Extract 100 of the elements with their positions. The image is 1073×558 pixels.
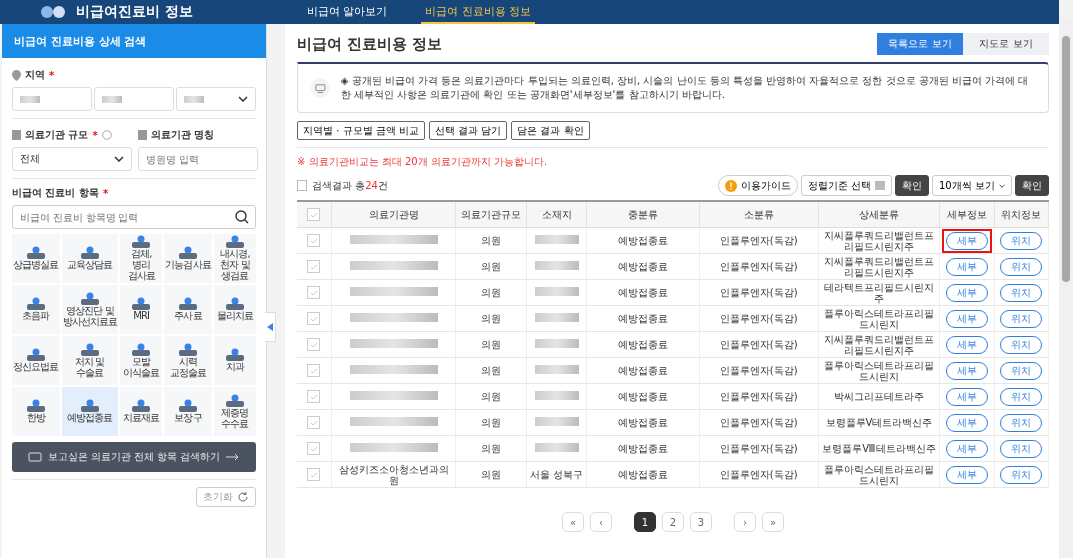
category-tile[interactable]: 기능검사료 (164, 234, 212, 283)
action-button[interactable]: 담은 결과 확인 (511, 121, 590, 140)
category-tile[interactable]: 검체, 병리 검사료 (120, 234, 163, 283)
location-button[interactable]: 위치 (1000, 231, 1043, 250)
detail-button[interactable]: 세부 (946, 387, 989, 406)
detail-button[interactable]: 세부 (946, 335, 989, 354)
confirm-button[interactable]: 확인 (895, 175, 929, 196)
location-button[interactable]: 위치 (1000, 283, 1043, 302)
category-tile[interactable]: 제증명 수수료 (213, 387, 256, 436)
page-button[interactable]: 3 (690, 512, 712, 532)
location-button[interactable]: 위치 (1000, 465, 1043, 484)
first-page-button[interactable]: « (562, 512, 584, 532)
action-button[interactable]: 선택 결과 담기 (428, 121, 508, 140)
row-checkbox[interactable] (307, 338, 321, 351)
confirm-button[interactable]: 확인 (1015, 175, 1049, 196)
redacted-text (534, 313, 579, 322)
row-checkbox[interactable] (307, 468, 321, 481)
row-checkbox[interactable] (307, 234, 321, 247)
category-tile[interactable]: 시력 교정술료 (164, 336, 212, 385)
detail-button[interactable]: 세부 (946, 465, 989, 484)
page-size-select[interactable]: 10개씩 보기 (932, 175, 1012, 196)
table-cell: 플루아릭스테트라프리필드시린지 (818, 357, 940, 384)
category-tile[interactable]: 한방 (12, 387, 60, 436)
guide-button[interactable]: 이용가이드 (717, 175, 798, 196)
region-select[interactable] (12, 87, 92, 111)
detail-button[interactable]: 세부 (946, 257, 989, 276)
category-tile[interactable]: 보장구 (164, 387, 212, 436)
table-cell: 의원 (455, 305, 527, 332)
sort-select[interactable]: 정렬기준 선택 (800, 175, 892, 196)
table-cell: 삼성키즈소아청소년과의원 (338, 463, 449, 486)
category-tile[interactable]: 영상진단 및 방사선치료료 (61, 285, 119, 334)
column-header: 소분류 (699, 201, 819, 228)
row-checkbox[interactable] (307, 390, 321, 403)
category-tile[interactable]: 치과 (213, 336, 256, 385)
detail-button[interactable]: 세부 (946, 413, 989, 432)
region-select[interactable] (176, 87, 256, 111)
category-tile[interactable]: 초음파 (12, 285, 60, 334)
table-cell: 의원 (455, 357, 527, 384)
warning-text: ※ 의료기관비교는 최대 20개 의료기관까지 가능합니다. (297, 155, 549, 169)
redacted-text (534, 261, 579, 270)
check-icon (309, 445, 318, 452)
region-select[interactable] (94, 87, 174, 111)
location-button[interactable]: 위치 (1000, 257, 1043, 276)
item-search-field[interactable]: 비급여 진료비 항목명 입력 (12, 205, 256, 229)
location-button[interactable]: 위치 (1000, 439, 1043, 458)
hospital-name-field[interactable]: 병원명 입력 (138, 147, 258, 171)
row-checkbox[interactable] (307, 286, 321, 299)
detail-button[interactable]: 세부 (946, 361, 989, 380)
pictogram-icon (223, 235, 246, 250)
collapse-handle[interactable] (265, 312, 276, 342)
page-button[interactable]: 2 (662, 512, 684, 532)
view-tab[interactable]: 지도로 보기 (963, 33, 1049, 55)
action-button[interactable]: 지역별 · 규모별 금액 비교 (297, 121, 425, 140)
category-tile[interactable]: 모발 이식술료 (120, 336, 163, 385)
row-checkbox[interactable] (307, 312, 321, 325)
pin-icon (12, 69, 21, 81)
table-cell: 서울 성북구 (529, 469, 584, 480)
check-icon (309, 263, 318, 270)
location-button[interactable]: 위치 (1000, 335, 1043, 354)
search-icon[interactable] (235, 210, 249, 224)
detail-button[interactable]: 세부 (946, 309, 989, 328)
table-cell: 인플루엔자(독감) (699, 305, 819, 332)
category-tile[interactable]: 정신요법료 (12, 336, 60, 385)
row-checkbox[interactable] (307, 364, 321, 377)
next-page-button[interactable]: › (734, 512, 756, 532)
location-button[interactable]: 위치 (1000, 361, 1043, 380)
detail-button[interactable]: 세부 (946, 283, 989, 302)
refresh-icon (237, 491, 249, 503)
page-button[interactable]: 1 (634, 512, 656, 532)
view-tab[interactable]: 목록으로 보기 (877, 33, 963, 55)
category-tile[interactable]: 교육상담료 (61, 234, 119, 283)
row-checkbox[interactable] (307, 260, 321, 273)
table-cell: 인플루엔자(독감) (699, 435, 819, 462)
pictogram-icon (130, 235, 153, 250)
category-tile[interactable]: 내시경, 천자 및 생검료 (213, 234, 256, 283)
location-button[interactable]: 위치 (1000, 387, 1043, 406)
detail-button[interactable]: 세부 (946, 231, 989, 250)
category-tile[interactable]: MRI (120, 285, 163, 334)
table-cell: 인플루엔자(독감) (699, 383, 819, 410)
nav-tab[interactable]: 비급여 알아보기 (302, 0, 392, 24)
category-tile[interactable]: 치료재료 (120, 387, 163, 436)
last-page-button[interactable]: » (762, 512, 784, 532)
select-all-checkbox[interactable] (307, 208, 321, 221)
help-icon[interactable] (101, 130, 112, 140)
previous-page-button[interactable]: ‹ (590, 512, 612, 532)
search-all-button[interactable]: 보고싶은 의료기관 전체 항목 검색하기 (12, 442, 256, 472)
row-checkbox[interactable] (307, 416, 321, 429)
column-header: 세부정보 (939, 201, 995, 228)
detail-button[interactable]: 세부 (946, 439, 989, 458)
row-checkbox[interactable] (307, 442, 321, 455)
scale-select[interactable]: 전체 (12, 147, 132, 171)
category-tile[interactable]: 주사료 (164, 285, 212, 334)
table-cell: 테라텍트프리필드시린지주 (818, 279, 940, 306)
category-tile[interactable]: 상급병실료 (12, 234, 60, 283)
location-button[interactable]: 위치 (1000, 309, 1043, 328)
category-tile[interactable]: 처치 및 수술료 (61, 336, 119, 385)
location-button[interactable]: 위치 (1000, 413, 1043, 432)
table-cell: 지씨플루쿼드리밸런트프리필드시린지주 (818, 227, 940, 254)
category-tile[interactable]: 예방접종료 (61, 387, 119, 436)
category-tile[interactable]: 물리치료 (213, 285, 256, 334)
